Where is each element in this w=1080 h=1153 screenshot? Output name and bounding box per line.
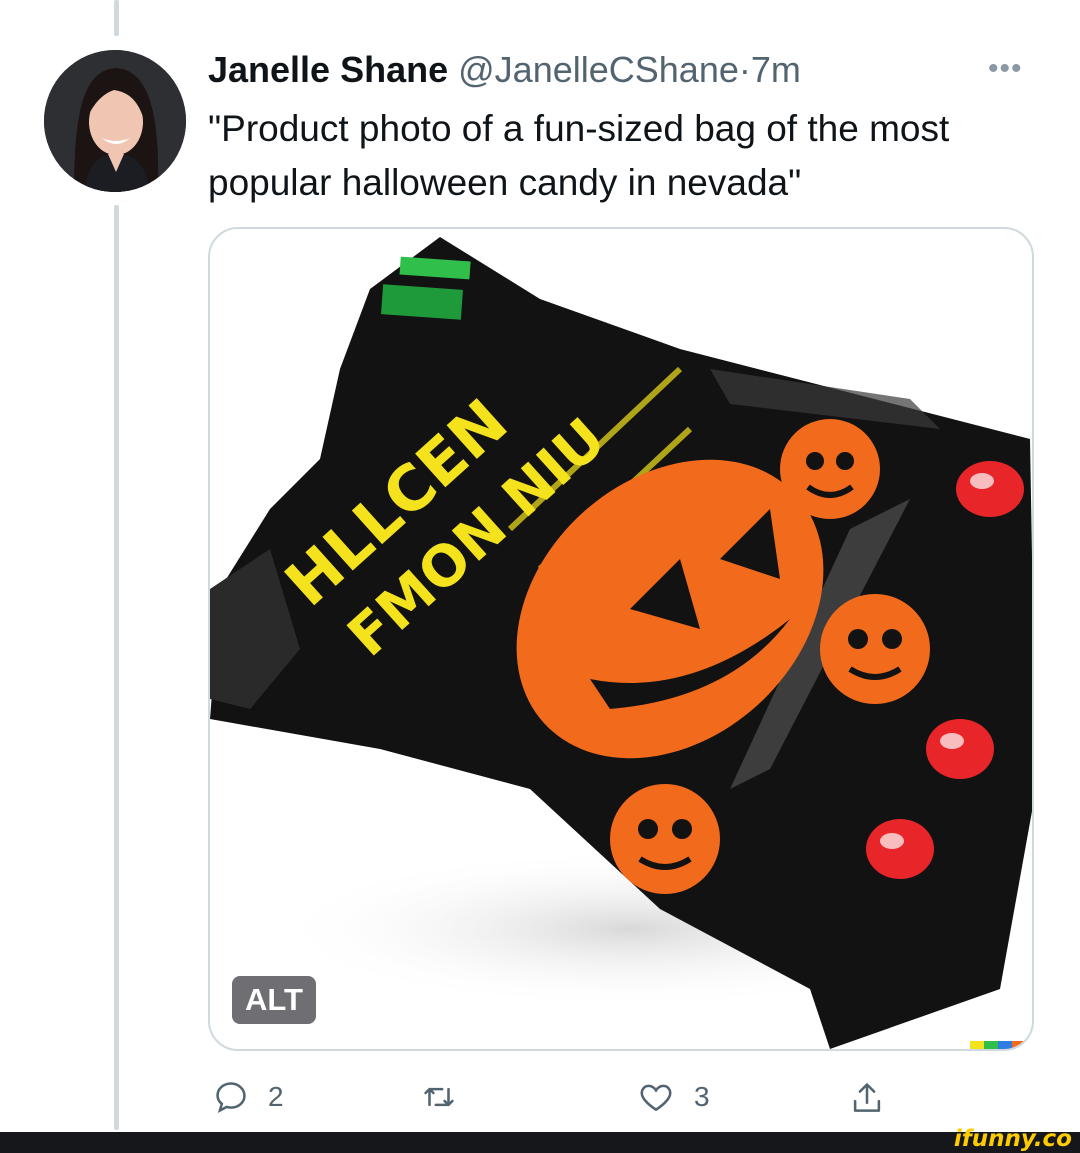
retweet-icon [424,1087,454,1107]
like-count: 3 [694,1081,710,1112]
author-name[interactable]: Janelle Shane [208,49,448,90]
share-icon [853,1083,881,1112]
tweet-text: "Product photo of a fun-sized bag of the… [208,108,950,203]
candy-bag-photo: HLLCEN FMON NIU [210,237,1032,1049]
footer-bar: ifunny.co [0,1126,1080,1153]
tweet-time[interactable]: 7m [751,49,801,90]
heart-icon [640,1084,672,1112]
like-button[interactable]: 3 [636,1078,710,1116]
ifunny-watermark: ifunny.co [953,1126,1072,1152]
reply-icon [216,1082,246,1113]
share-button[interactable] [848,1078,886,1118]
more-options-icon[interactable]: ••• [988,52,1023,86]
reply-button[interactable]: 2 [212,1078,284,1116]
alt-badge[interactable]: ALT [232,976,316,1024]
thread-line-top [114,0,119,36]
reply-count: 2 [268,1081,284,1112]
tweet-header: Janelle Shane @JanelleCShane·7m [208,48,801,92]
retweet-button[interactable] [420,1078,458,1116]
avatar[interactable] [44,50,186,192]
separator-dot: · [738,49,751,90]
tweet-media[interactable]: HLLCEN FMON NIU ALT [208,227,1034,1051]
tweet-actions: 2 3 [0,1078,1080,1128]
author-handle[interactable]: @JanelleCShane [458,49,739,90]
thread-line [114,205,119,1130]
